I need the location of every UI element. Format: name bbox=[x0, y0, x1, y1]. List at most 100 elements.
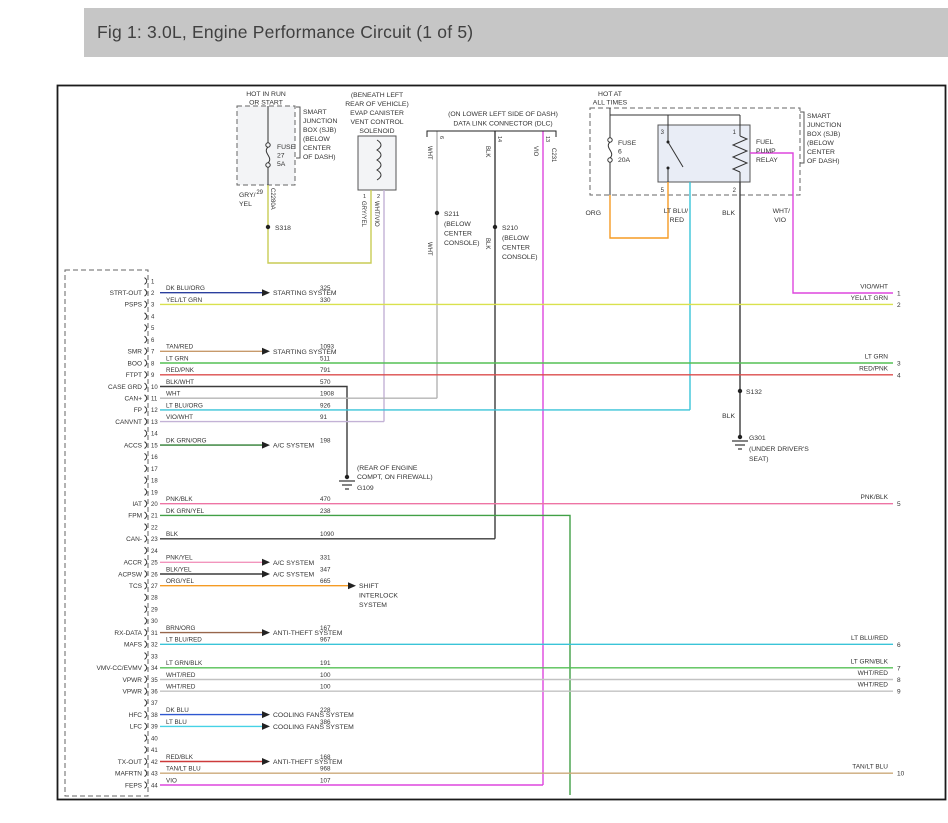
dest-pin-39: COOLING FANS SYSTEM bbox=[273, 724, 354, 731]
edge-label-7: LT GRN/BLK bbox=[851, 658, 889, 665]
pin-8-label: BOO bbox=[128, 360, 142, 367]
pin-26-circuit: 347 bbox=[320, 566, 331, 573]
pin-31-label: RX-DATA bbox=[114, 630, 142, 637]
pin-43-circuit: 968 bbox=[320, 766, 331, 773]
label-hot-in-run: HOT IN RUN bbox=[246, 91, 286, 98]
pin-35-circuit: 100 bbox=[320, 672, 331, 679]
pin-21-circuit: 238 bbox=[320, 508, 331, 515]
label-wht-vio: WHT/VIO bbox=[373, 201, 379, 227]
label-g109: G109 bbox=[357, 485, 374, 492]
fuel-pump-relay-box bbox=[658, 125, 750, 182]
pin-44-wire-color: VIO bbox=[166, 777, 177, 784]
label-s211: S211 bbox=[444, 211, 460, 218]
ground-g109-dot bbox=[345, 475, 349, 479]
pin-23-label: CAN- bbox=[126, 536, 142, 543]
dest-pin-15: A/C SYSTEM bbox=[273, 443, 315, 450]
pin-44-label: FEPS bbox=[125, 782, 143, 789]
label-center: CENTER bbox=[303, 145, 331, 152]
pin-9-circuit: 791 bbox=[320, 367, 331, 374]
label-box-sjb-: BOX (SJB) bbox=[303, 127, 336, 134]
label-smart: SMART bbox=[807, 113, 831, 120]
label--on-lower-left-side-of-dash-: (ON LOWER LEFT SIDE OF DASH) bbox=[448, 111, 558, 118]
pin-10-wire-color: BLK/WHT bbox=[166, 379, 194, 386]
label-2: 2 bbox=[377, 194, 380, 200]
label-pump: PUMP bbox=[756, 148, 776, 155]
splice-s132 bbox=[738, 389, 742, 393]
pin-17-number: 17 bbox=[151, 467, 158, 473]
label-gry-yel: GRY/YEL bbox=[360, 201, 366, 228]
label-5a: 5A bbox=[277, 161, 286, 168]
pin-27-circuit: 665 bbox=[320, 578, 331, 585]
pin-35-label: VPWR bbox=[123, 677, 143, 684]
label-6: 6 bbox=[438, 136, 444, 139]
edge-number-5: 5 bbox=[897, 501, 901, 508]
pin-32-number: 32 bbox=[151, 643, 158, 649]
edge-label-8: WHT/RED bbox=[858, 670, 889, 677]
label-vent-control: VENT CONTROL bbox=[350, 119, 403, 126]
label--below: (BELOW bbox=[807, 140, 834, 147]
pin-36-label: VPWR bbox=[123, 689, 143, 696]
pin-3-label: PSPS bbox=[125, 302, 143, 309]
label-of-dash-: OF DASH) bbox=[807, 158, 839, 165]
pin-28-number: 28 bbox=[151, 596, 158, 602]
pin-25-circuit: 331 bbox=[320, 555, 331, 562]
pin-43-number: 43 bbox=[151, 772, 158, 778]
label-compt-on-firewall-: COMPT, ON FIREWALL) bbox=[357, 474, 433, 481]
pin-36-wire-color: WHT/RED bbox=[166, 684, 196, 691]
pin-9-wire-color: RED/PNK bbox=[166, 367, 195, 374]
label-wht: WHT bbox=[426, 146, 432, 160]
label-center: CENTER bbox=[444, 231, 472, 238]
pin-39-label: LFC bbox=[130, 724, 143, 731]
splice-s210 bbox=[493, 225, 497, 229]
dest-pin-31: ANTI-THEFT SYSTEM bbox=[273, 630, 343, 637]
pin-23-wire-color: BLK bbox=[166, 531, 179, 538]
pin-2-wire-color: DK BLU/ORG bbox=[166, 285, 205, 292]
relay-contact-dot-top bbox=[667, 141, 670, 144]
pin-11-label: CAN+ bbox=[124, 396, 142, 403]
pin-38-number: 38 bbox=[151, 713, 158, 719]
pin-37-number: 37 bbox=[151, 701, 158, 707]
label-gry-: GRY/ bbox=[239, 192, 256, 199]
pin-12-number: 12 bbox=[151, 408, 158, 414]
label--under-driver-s: (UNDER DRIVER'S bbox=[749, 446, 809, 453]
pin-43-wire-color: TAN/LT BLU bbox=[166, 766, 201, 773]
dest-pin-38: COOLING FANS SYSTEM bbox=[273, 712, 354, 719]
dest-pin-42: ANTI-THEFT SYSTEM bbox=[273, 759, 343, 766]
edge-number-10: 10 bbox=[897, 771, 905, 778]
label-center: CENTER bbox=[502, 245, 530, 252]
pin-27-wire-color: ORG/YEL bbox=[166, 578, 194, 585]
splice-s318 bbox=[266, 225, 270, 229]
dest-pin-27-line0: SHIFT bbox=[359, 583, 379, 590]
label-evap-canister: EVAP CANISTER bbox=[350, 110, 404, 117]
pin-29-number: 29 bbox=[151, 608, 158, 614]
label-s318: S318 bbox=[275, 225, 291, 232]
label-data-link-connector-dlc-: DATA LINK CONNECTOR (DLC) bbox=[453, 121, 552, 128]
pin-31-wire-color: BRN/ORG bbox=[166, 625, 195, 632]
pin-20-label: IAT bbox=[132, 501, 142, 508]
label-of-dash-: OF DASH) bbox=[303, 154, 335, 161]
dest-pin-25: A/C SYSTEM bbox=[273, 560, 315, 567]
label-center: CENTER bbox=[807, 149, 835, 156]
label-red: RED bbox=[670, 217, 684, 224]
pin-21-number: 21 bbox=[151, 514, 158, 520]
ground-g301-dot bbox=[738, 435, 742, 439]
pin-10-label: CASE GRD bbox=[108, 384, 142, 391]
edge-number-2: 2 bbox=[897, 302, 901, 309]
pin-12-wire-color: LT BLU/ORG bbox=[166, 402, 203, 409]
dest-pin-27-line1: INTERLOCK bbox=[359, 593, 398, 600]
pin-27-label: TCS bbox=[129, 583, 143, 590]
label-27: 27 bbox=[277, 153, 285, 160]
label-blk: BLK bbox=[484, 238, 490, 249]
label-yel: YEL bbox=[239, 201, 252, 208]
label-seat-: SEAT) bbox=[749, 456, 769, 463]
pin-36-circuit: 100 bbox=[320, 684, 331, 691]
edge-label-3: LT GRN bbox=[865, 354, 889, 361]
edge-number-7: 7 bbox=[897, 665, 901, 672]
pin-22-number: 22 bbox=[151, 525, 158, 531]
pin-13-number: 13 bbox=[151, 420, 158, 426]
label-smart: SMART bbox=[303, 109, 327, 116]
pin-24-number: 24 bbox=[151, 549, 158, 555]
pin-15-circuit: 198 bbox=[320, 438, 331, 445]
label-s132: S132 bbox=[746, 389, 762, 396]
edge-label-2: YEL/LT GRN bbox=[851, 295, 889, 302]
